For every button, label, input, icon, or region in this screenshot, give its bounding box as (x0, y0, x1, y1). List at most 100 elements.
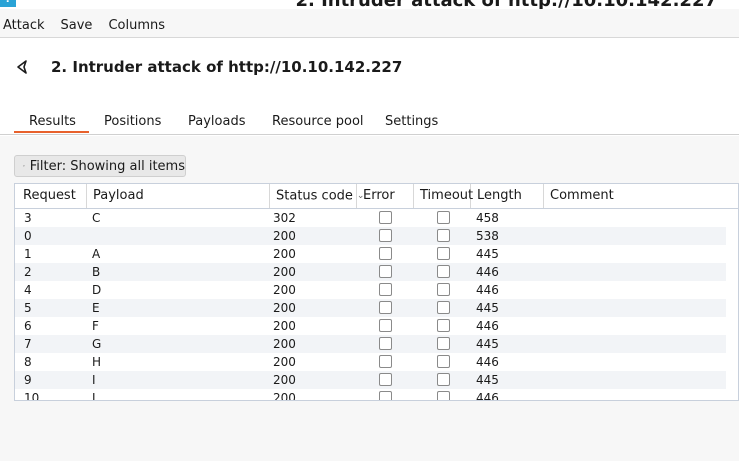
table-row[interactable]: 7 G 200 445 (15, 335, 727, 353)
cell-request: 4 (24, 283, 32, 297)
cell-payload: F (92, 319, 99, 333)
cell-request: 9 (24, 373, 32, 387)
table-row[interactable]: 3 C 302 458 (15, 209, 727, 227)
tabs-divider (0, 134, 739, 135)
cell-timeout (437, 391, 450, 400)
column-header-status-code[interactable]: Status code ⌄ (270, 184, 364, 208)
cell-payload: D (92, 283, 102, 297)
cell-length: 446 (476, 265, 499, 279)
cell-status-code: 200 (273, 355, 296, 369)
error-checkbox[interactable] (379, 319, 392, 332)
column-header-request[interactable]: Request (17, 184, 87, 208)
menu-columns[interactable]: Columns (105, 16, 168, 36)
menu-bar: Attack Save Columns (0, 16, 178, 36)
menu-attack[interactable]: Attack (0, 16, 48, 36)
cell-request: 7 (24, 337, 32, 351)
timeout-checkbox[interactable] (437, 319, 450, 332)
cell-payload: I (92, 373, 96, 387)
tab-positions[interactable]: Positions (104, 114, 161, 129)
timeout-checkbox[interactable] (437, 391, 450, 400)
table-row[interactable]: 2 B 200 446 (15, 263, 727, 281)
error-checkbox[interactable] (379, 373, 392, 386)
timeout-checkbox[interactable] (437, 283, 450, 296)
cell-status-code: 200 (273, 229, 296, 243)
timeout-checkbox[interactable] (437, 247, 450, 260)
back-icon[interactable] (14, 58, 32, 76)
error-checkbox[interactable] (379, 247, 392, 260)
table-row[interactable]: 9 I 200 445 (15, 371, 727, 389)
cell-length: 445 (476, 337, 499, 351)
cell-length: 445 (476, 301, 499, 315)
empty-panel (0, 402, 739, 461)
cell-request: 5 (24, 301, 32, 315)
cell-length: 446 (476, 283, 499, 297)
attack-title: 2. Intruder attack of http://10.10.142.2… (51, 58, 403, 76)
cell-request: 6 (24, 319, 32, 333)
column-header-error[interactable]: Error (357, 184, 414, 208)
cell-payload: G (92, 337, 102, 351)
burp-app-icon: ? (0, 0, 16, 7)
tab-results[interactable]: Results (29, 114, 76, 129)
window-title: 2. Intruder attack of http://10.10.142.2… (295, 0, 717, 9)
error-checkbox[interactable] (379, 337, 392, 350)
funnel-icon (23, 165, 25, 167)
cell-length: 538 (476, 229, 499, 243)
cell-request: 2 (24, 265, 32, 279)
cell-payload: H (92, 355, 102, 369)
error-checkbox[interactable] (379, 265, 392, 278)
menu-save[interactable]: Save (58, 16, 96, 36)
timeout-checkbox[interactable] (437, 229, 450, 242)
cell-length: 445 (476, 247, 499, 261)
cell-payload: B (92, 265, 101, 279)
timeout-checkbox[interactable] (437, 301, 450, 314)
cell-request: 10 (24, 391, 40, 401)
cell-length: 458 (476, 211, 499, 225)
cell-status-code: 200 (273, 319, 296, 333)
tab-resource-pool[interactable]: Resource pool (272, 114, 364, 129)
tab-payloads[interactable]: Payloads (188, 114, 245, 129)
cell-payload: E (92, 301, 100, 315)
tab-bar: Results Positions Payloads Resource pool… (0, 98, 739, 136)
cell-length: 446 (476, 391, 499, 401)
error-checkbox[interactable] (379, 355, 392, 368)
table-row[interactable]: 0 200 538 (15, 227, 727, 245)
cell-status-code: 200 (273, 265, 296, 279)
table-header: Request Payload Status code ⌄ Error Timeo… (15, 184, 738, 209)
timeout-checkbox[interactable] (437, 337, 450, 350)
filter-bar[interactable]: Filter: Showing all items (14, 155, 186, 177)
cell-status-code: 200 (273, 283, 296, 297)
timeout-checkbox[interactable] (437, 373, 450, 386)
cell-status-code: 200 (273, 391, 296, 401)
timeout-checkbox[interactable] (437, 265, 450, 278)
column-header-payload[interactable]: Payload (87, 184, 270, 208)
cell-payload: A (92, 247, 101, 261)
results-table: Request Payload Status code ⌄ Error Timeo… (14, 183, 739, 401)
attack-header: 2. Intruder attack of http://10.10.142.2… (0, 38, 739, 98)
vertical-scrollbar[interactable] (726, 209, 738, 400)
table-row[interactable]: 1 A 200 445 (15, 245, 727, 263)
cell-payload: J (92, 391, 96, 401)
table-row[interactable]: 8 H 200 446 (15, 353, 727, 371)
table-row[interactable]: 5 E 200 445 (15, 299, 727, 317)
column-header-length[interactable]: Length (471, 184, 544, 208)
window-title-bar: ? 2. Intruder attack of http://10.10.142… (0, 0, 739, 9)
error-checkbox[interactable] (379, 301, 392, 314)
timeout-checkbox[interactable] (437, 211, 450, 224)
error-checkbox[interactable] (379, 283, 392, 296)
column-header-timeout[interactable]: Timeout (414, 184, 473, 208)
cell-status-code: 200 (273, 337, 296, 351)
cell-request: 0 (24, 229, 32, 243)
error-checkbox[interactable] (379, 229, 392, 242)
cell-status-code: 200 (273, 373, 296, 387)
table-row[interactable]: 6 F 200 446 (15, 317, 727, 335)
error-checkbox[interactable] (379, 211, 392, 224)
tab-settings[interactable]: Settings (385, 114, 438, 129)
timeout-checkbox[interactable] (437, 355, 450, 368)
table-row[interactable]: 10 J 200 446 (15, 389, 727, 401)
column-header-comment[interactable]: Comment (544, 184, 738, 208)
cell-length: 446 (476, 355, 499, 369)
error-checkbox[interactable] (379, 391, 392, 400)
cell-status-code: 200 (273, 247, 296, 261)
table-row[interactable]: 4 D 200 446 (15, 281, 727, 299)
cell-error (379, 391, 392, 400)
